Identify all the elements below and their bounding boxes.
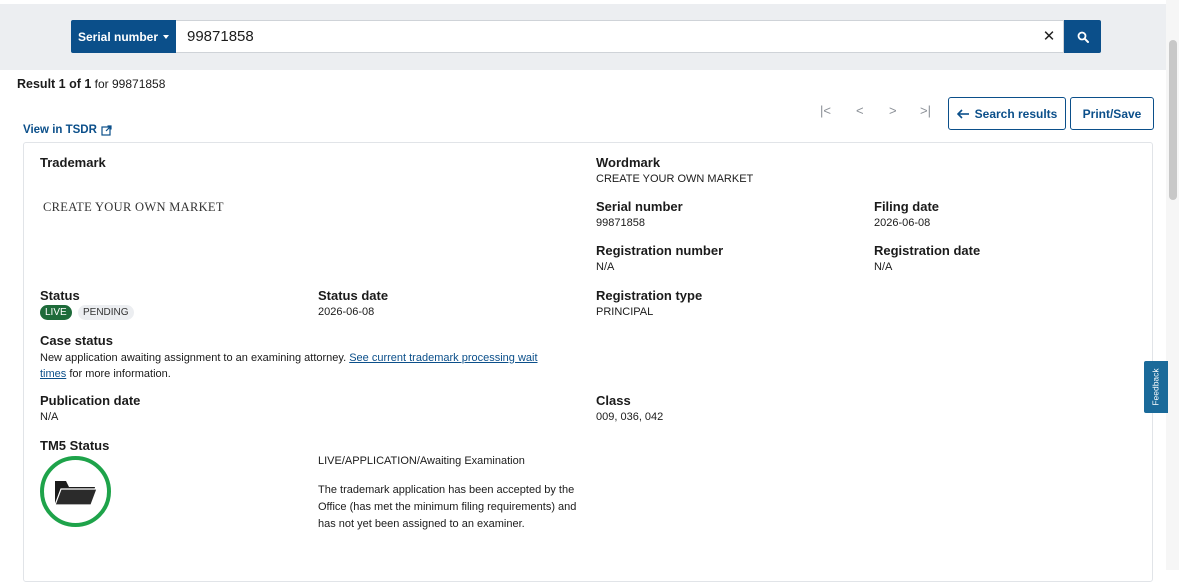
last-page-button[interactable]: >| xyxy=(920,103,931,118)
scrollbar-thumb[interactable] xyxy=(1169,40,1177,200)
wordmark-value: CREATE YOUR OWN MARKET xyxy=(596,173,754,185)
serial-number-value: 99871858 xyxy=(596,217,645,229)
filing-date-label: Filing date xyxy=(874,199,939,214)
tm5-status-label: TM5 Status xyxy=(40,438,110,453)
case-status-label: Case status xyxy=(40,333,113,348)
status-badge-live: LIVE xyxy=(40,305,72,320)
first-page-label: |< xyxy=(820,103,831,118)
search-input[interactable] xyxy=(176,20,1064,53)
print-save-button[interactable]: Print/Save xyxy=(1070,97,1154,130)
case-status-text: New application awaiting assignment to a… xyxy=(40,350,580,382)
tm5-status-indicator xyxy=(40,456,111,527)
registration-type-label: Registration type xyxy=(596,288,703,303)
caret-down-icon xyxy=(163,34,170,39)
view-in-tsdr-link[interactable]: View in TSDR xyxy=(23,124,112,136)
mark-image: CREATE YOUR OWN MARKET xyxy=(43,200,224,214)
filing-date-value: 2026-06-08 xyxy=(874,217,931,229)
folder-icon xyxy=(53,480,98,506)
search-form: Serial number ✕ xyxy=(71,20,1101,53)
status-date-value: 2026-06-08 xyxy=(318,306,375,318)
class-label: Class xyxy=(596,393,631,408)
close-icon[interactable]: ✕ xyxy=(1040,27,1058,45)
result-count-text: Result 1 of 1 xyxy=(17,77,92,91)
external-link-icon xyxy=(101,124,112,136)
status-label: Status xyxy=(40,288,80,303)
tm5-status-description: The trademark application has been accep… xyxy=(318,484,577,530)
prev-page-button[interactable]: < xyxy=(856,103,864,118)
trademark-label: Trademark xyxy=(40,155,106,170)
search-field-label: Serial number xyxy=(77,29,159,44)
wordmark-label: Wordmark xyxy=(596,155,661,170)
search-results-label: Search results xyxy=(974,106,1058,121)
registration-date-value: N/A xyxy=(874,261,893,273)
registration-date-label: Registration date xyxy=(874,243,981,258)
first-page-button[interactable]: |< xyxy=(820,103,831,118)
feedback-label: Feedback xyxy=(1151,368,1161,406)
status-badge-pending: PENDING xyxy=(78,305,134,320)
publication-date-label: Publication date xyxy=(40,393,141,408)
case-status-tail: for more information. xyxy=(69,368,171,380)
next-page-button[interactable]: > xyxy=(889,103,897,118)
print-save-label: Print/Save xyxy=(1082,106,1142,121)
registration-number-value: N/A xyxy=(596,261,615,273)
feedback-tab[interactable]: Feedback xyxy=(1144,361,1168,413)
processing-wait-times-link-cont[interactable]: times xyxy=(40,368,66,380)
result-for-text: for 99871858 xyxy=(94,77,166,91)
tm5-status-value: LIVE/APPLICATION/Awaiting Examination xyxy=(318,455,525,467)
processing-wait-times-link[interactable]: See current trademark processing wait xyxy=(349,352,537,364)
prev-page-label: < xyxy=(856,103,864,118)
class-value: 009, 036, 042 xyxy=(596,411,664,423)
view-in-tsdr-label: View in TSDR xyxy=(23,124,97,136)
registration-type-value: PRINCIPAL xyxy=(596,306,654,318)
search-field-dropdown[interactable]: Serial number xyxy=(71,20,176,53)
status-date-label: Status date xyxy=(318,288,389,303)
publication-date-value: N/A xyxy=(40,411,59,423)
search-results-button[interactable]: Search results xyxy=(948,97,1066,130)
last-page-label: >| xyxy=(920,103,931,118)
result-count: Result 1 of 1 for 99871858 xyxy=(17,77,165,91)
search-button[interactable] xyxy=(1064,20,1101,53)
serial-number-label: Serial number xyxy=(596,199,683,214)
search-icon xyxy=(1077,31,1089,43)
registration-number-label: Registration number xyxy=(596,243,724,258)
arrow-left-icon xyxy=(956,108,969,119)
case-status-description: New application awaiting assignment to a… xyxy=(40,352,347,364)
next-page-label: > xyxy=(889,103,897,118)
